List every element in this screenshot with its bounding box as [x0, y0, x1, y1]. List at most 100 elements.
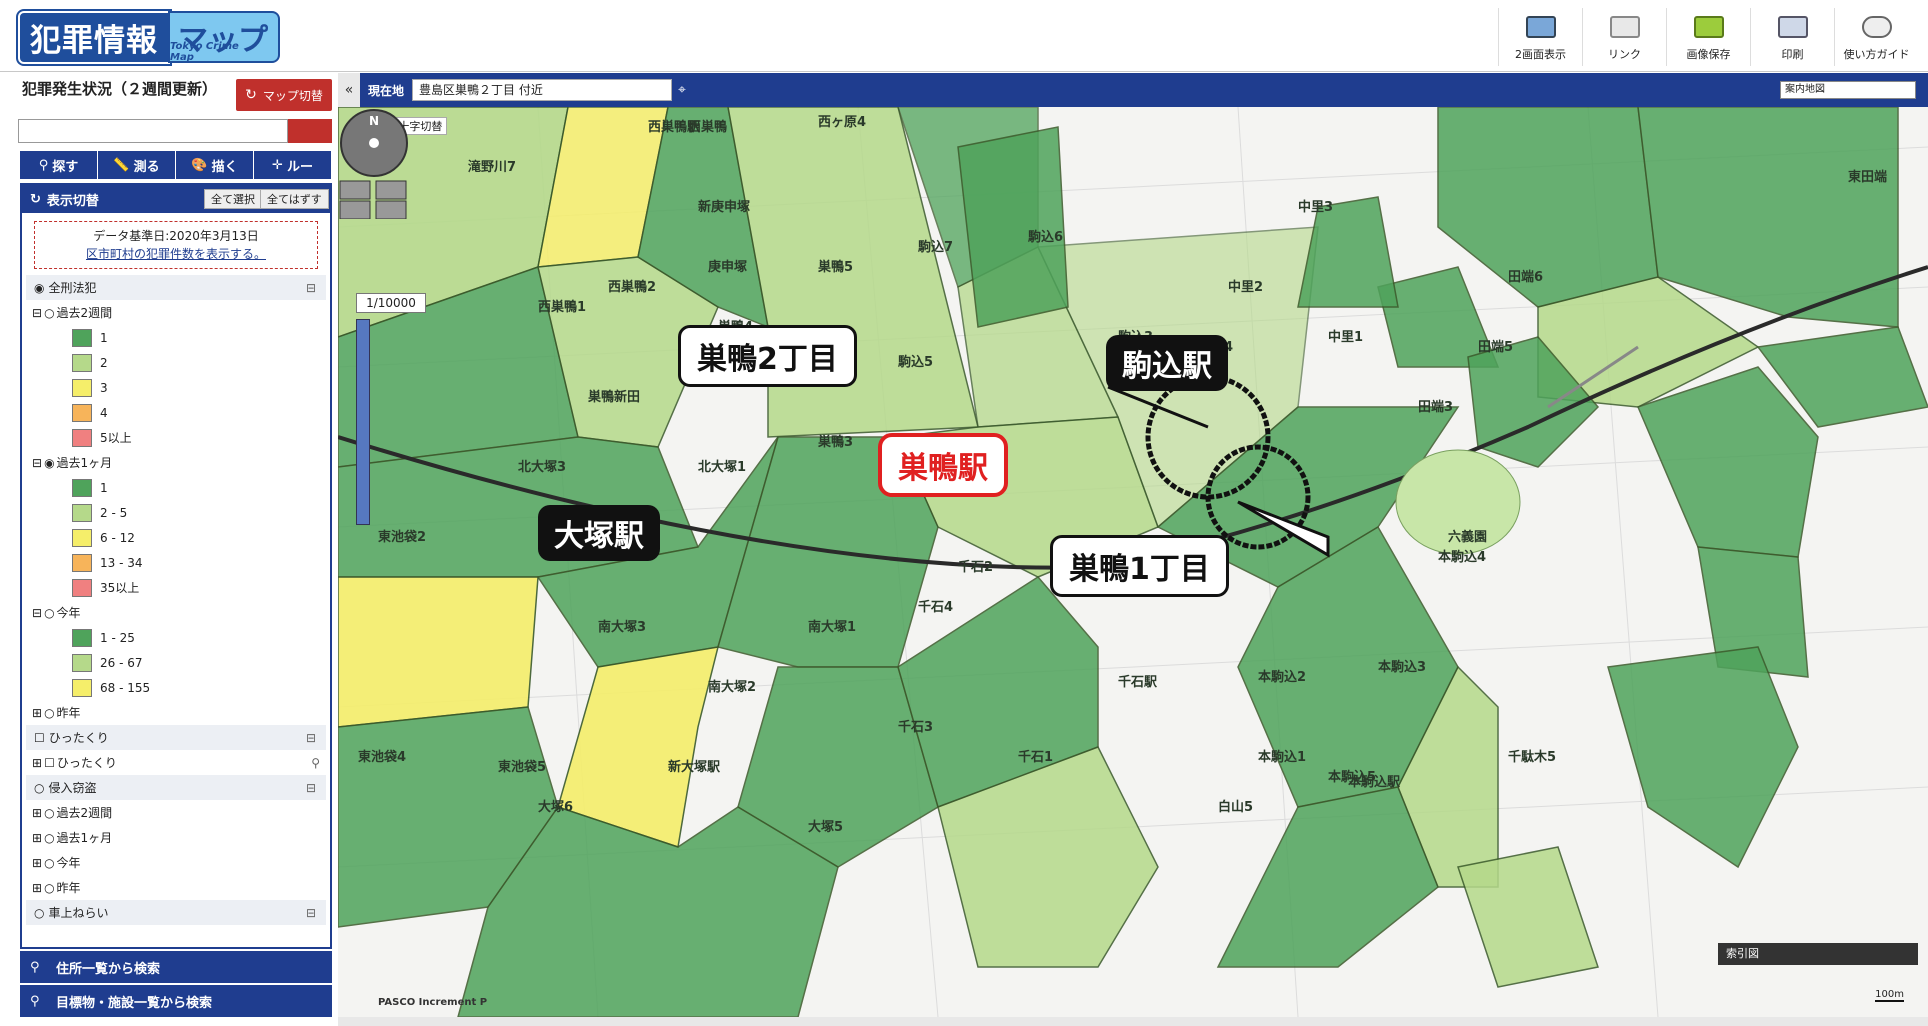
- index-map-toggle[interactable]: 索引図: [1718, 943, 1918, 965]
- area-label: 東田端: [1848, 169, 1887, 185]
- zoom-in-icon[interactable]: [339, 180, 371, 200]
- location-label: 現在地: [368, 83, 405, 98]
- area-label: 千石1: [1018, 749, 1053, 765]
- palette-icon: 🎨: [191, 157, 208, 173]
- toolbar: 2画面表示 リンク 画像保存 印刷 使い方ガイド: [1498, 8, 1918, 66]
- map-nav-control[interactable]: N: [338, 107, 410, 219]
- area-label: 東池袋5: [498, 759, 546, 775]
- area-label: 巣鴨3: [817, 434, 853, 450]
- area-label: 白山5: [1218, 799, 1253, 815]
- refresh-icon: ↻: [30, 191, 41, 207]
- collapse-icon[interactable]: ⊟: [306, 731, 316, 745]
- legend-item: 2: [22, 350, 330, 375]
- hittakuri-option[interactable]: ⊞ ☐ ひったくり ⚲: [22, 750, 330, 775]
- tree-minus-icon: ⊟: [32, 305, 43, 320]
- area-label: 本駒込4: [1438, 549, 1486, 565]
- burglary-past2w-option[interactable]: ⊞ ○ 過去2週間: [22, 800, 330, 825]
- collapse-icon[interactable]: ⊟: [306, 906, 316, 920]
- select-all-button[interactable]: 全て選択: [204, 189, 262, 209]
- area-label: 駒込6: [1027, 229, 1063, 245]
- tree-minus-icon: ⊟: [32, 605, 43, 620]
- crime-map[interactable]: 滝野川7西巣鴨西巣鴨1西巣鴨2新庚申塚庚申塚巣鴨4巣鴨5駒込7駒込6駒込5駒込3…: [338, 107, 1928, 1017]
- dual-screen-button[interactable]: 2画面表示: [1498, 8, 1582, 66]
- address-search-input[interactable]: [18, 119, 288, 143]
- collapse-icon[interactable]: ⊟: [306, 781, 316, 795]
- tab-draw[interactable]: 🎨 描く: [176, 151, 254, 179]
- this-year-option[interactable]: ⊟ ○ 今年: [22, 600, 330, 625]
- legend-swatch: [72, 678, 92, 697]
- callout-komagome-station: 駒込駅: [1106, 335, 1228, 391]
- category-all-crimes[interactable]: ◉ 全刑法犯 ⊟: [26, 275, 326, 300]
- area-label: 南大塚2: [708, 679, 756, 695]
- area-label: 北大塚3: [518, 459, 566, 475]
- collapse-icon[interactable]: ⊟: [306, 281, 316, 295]
- tree-plus-icon: ⊞: [32, 830, 43, 845]
- past1m-option[interactable]: ⊟ ◉ 過去1ヶ月: [22, 450, 330, 475]
- current-location-field[interactable]: 豊島区巣鴨２丁目 付近: [412, 79, 673, 101]
- category-hittakuri[interactable]: ☐ ひったくり ⊟: [26, 725, 326, 750]
- legend-swatch: [72, 353, 92, 372]
- tree-plus-icon: ⊞: [32, 880, 43, 895]
- search-icon[interactable]: ⚲: [311, 756, 320, 770]
- scale-bar: 100m: [1875, 989, 1904, 1002]
- print-button[interactable]: 印刷: [1750, 8, 1834, 66]
- category-car-break-in[interactable]: ○ 車上ねらい ⊟: [26, 900, 326, 925]
- radio-icon: ○: [44, 305, 55, 320]
- callout-sugamo-2: 巣鴨2丁目: [678, 325, 857, 387]
- last-year-option[interactable]: ⊞ ○ 昨年: [22, 700, 330, 725]
- legend-swatch: [72, 328, 92, 347]
- radio-icon: ○: [44, 830, 55, 845]
- tree-minus-icon: ⊟: [32, 455, 43, 470]
- area-zoom-icon[interactable]: [375, 200, 407, 219]
- municipality-count-link[interactable]: 区市町村の犯罪件数を表示する。: [86, 247, 266, 261]
- past2w-option[interactable]: ⊟ ○ 過去2週間: [22, 300, 330, 325]
- ruler-icon: 📏: [113, 157, 130, 173]
- legend-swatch: [72, 378, 92, 397]
- radio-icon: ○: [34, 780, 45, 795]
- zoom-slider[interactable]: [356, 319, 370, 525]
- callout-otsuka-station: 大塚駅: [538, 505, 660, 561]
- radio-icon: ○: [44, 605, 55, 620]
- area-label: 駒込5: [897, 354, 933, 370]
- link-mail-icon: [1609, 16, 1640, 38]
- tab-search[interactable]: ⚲ 探す: [20, 151, 98, 179]
- legend-item: 35以上: [22, 575, 330, 600]
- legend-item: 2 - 5: [22, 500, 330, 525]
- radio-icon: ○: [44, 880, 55, 895]
- burglary-this-year-option[interactable]: ⊞ ○ 今年: [22, 850, 330, 875]
- reset-icon[interactable]: [339, 200, 371, 219]
- zoom-out-icon[interactable]: [375, 180, 407, 200]
- tab-route[interactable]: ✛ ルー: [254, 151, 332, 179]
- locate-icon[interactable]: ⌖: [678, 82, 686, 98]
- save-image-button[interactable]: 画像保存: [1666, 8, 1750, 66]
- clear-all-button[interactable]: 全てはずす: [260, 189, 329, 209]
- legend-swatch: [72, 503, 92, 522]
- area-label: 千石2: [958, 559, 993, 575]
- map-type-select[interactable]: 案内地図: [1780, 81, 1916, 99]
- burglary-last-year-option[interactable]: ⊞ ○ 昨年: [22, 875, 330, 900]
- area-label: 本駒込3: [1378, 659, 1426, 675]
- legend-item: 1 - 25: [22, 625, 330, 650]
- tree-plus-icon: ⊞: [32, 705, 43, 720]
- category-burglary[interactable]: ○ 侵入窃盗 ⊟: [26, 775, 326, 800]
- collapse-sidebar-button[interactable]: «: [338, 73, 360, 107]
- search-address-button[interactable]: ⚲ 住所一覧から検索: [20, 951, 332, 983]
- link-button[interactable]: リンク: [1582, 8, 1666, 66]
- search-icon: ⚲: [30, 959, 40, 975]
- map-bottom-bar: [338, 1017, 1928, 1026]
- tab-measure[interactable]: 📏 測る: [98, 151, 176, 179]
- map-switch-button[interactable]: ↻ マップ切替: [236, 79, 332, 111]
- guide-button[interactable]: 使い方ガイド: [1834, 8, 1918, 66]
- area-label: 大塚5: [808, 819, 843, 835]
- area-label: 千駄木5: [1508, 749, 1556, 765]
- tree-plus-icon: ⊞: [32, 805, 43, 820]
- app-logo[interactable]: 犯罪情報 マップ Tokyo Crime Map: [18, 10, 278, 64]
- burglary-past1m-option[interactable]: ⊞ ○ 過去1ヶ月: [22, 825, 330, 850]
- area-label: 六義園: [1448, 529, 1487, 545]
- area-label: 南大塚3: [598, 619, 646, 635]
- route-icon: ✛: [272, 157, 283, 173]
- checkbox-icon: ☐: [34, 730, 45, 745]
- search-landmark-button[interactable]: ⚲ 目標物・施設一覧から検索: [20, 985, 332, 1017]
- area-label: 巣鴨新田: [587, 389, 640, 405]
- address-search-button[interactable]: [288, 119, 332, 143]
